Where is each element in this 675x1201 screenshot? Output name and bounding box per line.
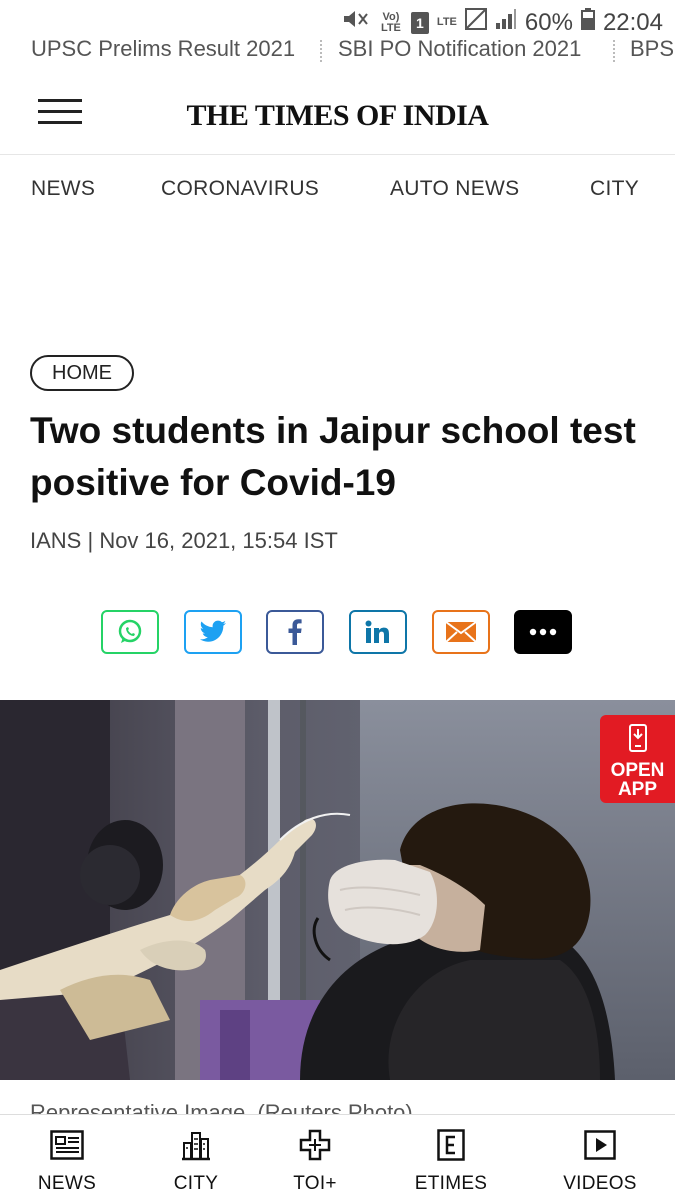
bottom-nav-videos[interactable]: VIDEOS — [545, 1127, 655, 1195]
signal-icon — [495, 8, 517, 37]
bottom-nav-label: CITY — [173, 1173, 219, 1194]
open-app-label-2: APP — [617, 779, 658, 800]
nav-item-city[interactable]: CITY — [590, 177, 639, 201]
mute-icon — [341, 8, 371, 37]
share-linkedin-button[interactable] — [349, 610, 407, 654]
city-icon — [141, 1127, 251, 1163]
site-header: THE TIMES OF INDIA — [0, 72, 675, 155]
byline-separator: | — [87, 528, 100, 553]
bottom-navigation: NEWS CITY TOI+ ETIMES VIDEOS — [0, 1114, 675, 1201]
article-photo — [0, 700, 675, 1080]
ticker-divider — [613, 40, 615, 62]
lte-icon: LTE — [436, 16, 457, 28]
article-headline: Two students in Jaipur school test posit… — [30, 410, 636, 503]
breadcrumb-home[interactable]: HOME — [30, 355, 134, 391]
section-nav: NEWS CORONAVIRUS AUTO NEWS CITY — [0, 155, 675, 225]
facebook-icon — [287, 619, 303, 645]
status-bar: Vo) LTE 1 LTE 60% 22:04 — [0, 0, 675, 40]
videos-icon — [545, 1127, 655, 1163]
ticker-divider — [320, 40, 322, 62]
battery-icon — [580, 8, 595, 37]
email-icon — [445, 621, 477, 643]
share-email-button[interactable] — [432, 610, 490, 654]
more-icon — [528, 628, 558, 636]
bottom-nav-label: ETIMES — [414, 1173, 488, 1194]
nav-item-news[interactable]: NEWS — [31, 177, 95, 201]
bottom-nav-toi-plus[interactable]: TOI+ — [260, 1127, 370, 1195]
bottom-nav-label: VIDEOS — [563, 1173, 637, 1194]
trending-ticker: UPSC Prelims Result 2021 SBI PO Notifica… — [0, 36, 675, 64]
article-source: IANS — [30, 528, 82, 553]
open-app-button[interactable]: OPEN APP — [600, 715, 675, 803]
toi-plus-icon — [260, 1127, 370, 1163]
twitter-icon — [198, 619, 228, 645]
open-app-label-1: OPEN — [610, 760, 665, 781]
status-icons: Vo) LTE 1 LTE 60% 22:04 — [341, 8, 663, 37]
nav-item-auto-news[interactable]: AUTO NEWS — [390, 177, 520, 201]
bottom-nav-etimes[interactable]: ETIMES — [396, 1127, 506, 1195]
linkedin-icon — [365, 620, 391, 644]
bottom-nav-label: TOI+ — [293, 1173, 337, 1194]
site-logo[interactable]: THE TIMES OF INDIA — [0, 99, 675, 133]
phone-download-icon — [600, 715, 675, 757]
ticker-link[interactable]: SBI PO Notification 2021 — [338, 36, 581, 62]
etimes-icon — [396, 1127, 506, 1163]
bottom-nav-news[interactable]: NEWS — [12, 1127, 122, 1195]
bottom-nav-label: NEWS — [37, 1173, 97, 1194]
volte-icon: Vo) LTE — [380, 10, 401, 34]
article-date: Nov 16, 2021, 15:54 IST — [99, 528, 338, 553]
battery-percent: 60% — [524, 8, 573, 36]
sim-icon: 1 — [410, 11, 429, 34]
ticker-link[interactable]: UPSC Prelims Result 2021 — [31, 36, 295, 62]
article-byline: IANS | Nov 16, 2021, 15:54 IST — [30, 528, 338, 554]
share-more-button[interactable] — [514, 610, 572, 654]
clock: 22:04 — [602, 8, 663, 36]
news-icon — [12, 1127, 122, 1163]
signal-empty-icon — [464, 8, 487, 37]
share-twitter-button[interactable] — [184, 610, 242, 654]
bottom-nav-city[interactable]: CITY — [141, 1127, 251, 1195]
share-whatsapp-button[interactable] — [101, 610, 159, 654]
nav-item-coronavirus[interactable]: CORONAVIRUS — [161, 177, 319, 201]
whatsapp-icon — [117, 619, 143, 645]
share-facebook-button[interactable] — [266, 610, 324, 654]
ticker-link[interactable]: BPS — [630, 36, 674, 62]
